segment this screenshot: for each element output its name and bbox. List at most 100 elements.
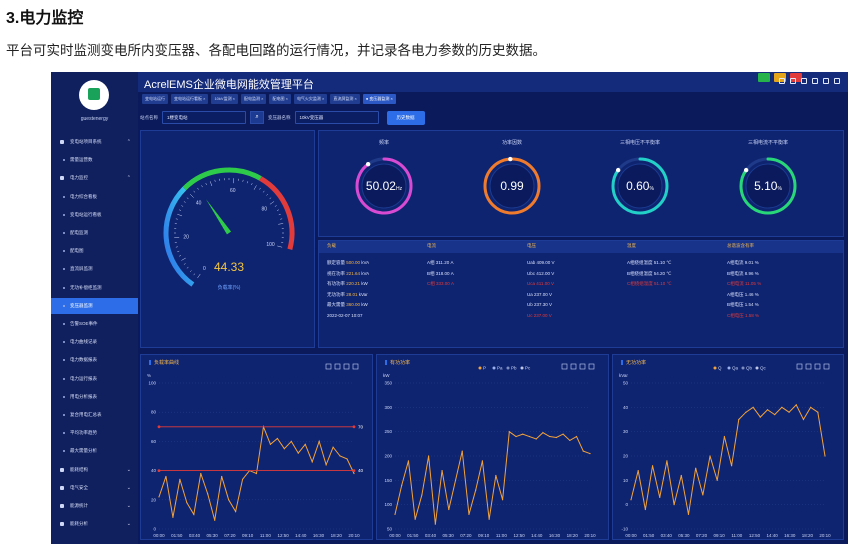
search-icon[interactable]: ⌕ bbox=[250, 111, 264, 124]
x-tick-label: 00:00 bbox=[389, 533, 401, 538]
sidebar-item-label: 变压器监测 bbox=[70, 302, 93, 308]
fullscreen-icon[interactable] bbox=[801, 78, 807, 84]
data-point bbox=[276, 437, 278, 440]
gauge-tick bbox=[246, 181, 249, 184]
tab[interactable]: 电气火灾监测 × bbox=[293, 94, 328, 104]
x-tick-label: 18:20 bbox=[331, 533, 343, 538]
sidebar-item[interactable]: 无功补偿柜监测 bbox=[51, 280, 138, 296]
x-tick-label: 18:20 bbox=[802, 533, 814, 538]
data-point bbox=[454, 479, 457, 481]
param-value: 411.00 bbox=[536, 281, 550, 287]
data-point bbox=[214, 519, 216, 521]
ring-gauge: 50.02Hz bbox=[355, 157, 413, 215]
data-point bbox=[738, 418, 740, 421]
sidebar-item[interactable]: 电力曲线记录 bbox=[51, 334, 138, 350]
gauge-panel: 0 20 40 60 80 100 44.33 负载率(%) bbox=[140, 130, 315, 348]
gauge-tick bbox=[274, 205, 277, 207]
bullet-icon bbox=[63, 414, 65, 416]
sidebar-item[interactable]: 能源统计 ⌄ bbox=[51, 498, 138, 514]
data-point bbox=[759, 416, 761, 418]
station-input[interactable]: 1楼变电站 bbox=[162, 111, 246, 124]
param-unit: A bbox=[449, 281, 455, 287]
data-point bbox=[207, 493, 209, 495]
sidebar-item-label: 平均功率趋势 bbox=[70, 430, 97, 436]
param-unit: kVA bbox=[360, 260, 370, 265]
y-tick-label: 80 bbox=[151, 410, 157, 415]
tab[interactable]: 变电站运行 bbox=[142, 94, 168, 104]
sidebar-item-label: 变电站运行看板 bbox=[70, 211, 102, 217]
sidebar-item-label: 能耗分析 bbox=[70, 521, 88, 527]
sidebar-item[interactable]: 变电站运行看板 bbox=[51, 207, 138, 223]
param-label: 无功功率 bbox=[327, 291, 347, 297]
param-label: C相 bbox=[427, 281, 436, 287]
sidebar-item[interactable]: 配电图 bbox=[51, 243, 138, 259]
data-point bbox=[428, 455, 430, 457]
sidebar-item[interactable]: 变压器监测 bbox=[51, 297, 138, 314]
param-label: A相电压 bbox=[727, 291, 745, 297]
sidebar-item-label: 电力监控 bbox=[70, 175, 88, 181]
sidebar-item[interactable]: 最大需量分析 bbox=[51, 443, 138, 459]
chart-toolbar bbox=[796, 363, 830, 370]
data-point bbox=[659, 496, 661, 498]
sidebar-item-label: 无功补偿柜监测 bbox=[70, 284, 102, 290]
sidebar-item[interactable]: 告警SOE事件 bbox=[51, 316, 138, 332]
chart-tool-icon bbox=[352, 363, 359, 370]
search-icon[interactable] bbox=[779, 78, 785, 84]
settings-icon[interactable] bbox=[823, 78, 829, 84]
sidebar-item-label: 能源统计 bbox=[70, 503, 88, 508]
sidebar-item[interactable]: 电力综合看板 bbox=[51, 189, 138, 205]
sidebar-item[interactable]: 配电监测 bbox=[51, 225, 138, 241]
tab[interactable]: 配电监测 × bbox=[241, 94, 267, 104]
sidebar-item[interactable]: 电力数据报表 bbox=[51, 352, 138, 368]
ring-gauge: 5.10% bbox=[739, 157, 797, 215]
sidebar-item[interactable]: 电力监控 ⌃ bbox=[51, 170, 138, 186]
params-panel: 负载 电流 电压 温度 总谐波含有率 额定容量 500.00 kVA 视在功率 221.6… bbox=[318, 240, 844, 348]
tab[interactable]: ● 变压器监测 × bbox=[362, 94, 396, 104]
screen-icon[interactable] bbox=[812, 78, 818, 84]
tab[interactable]: 变电站运行看板 × bbox=[171, 94, 209, 104]
sidebar-item[interactable]: 电力运行报表 bbox=[51, 371, 138, 387]
data-point bbox=[802, 418, 805, 421]
sidebar-item[interactable]: 复合用电汇总表 bbox=[51, 407, 138, 423]
tab[interactable]: 直流屏监测 × bbox=[330, 94, 360, 104]
refresh-icon[interactable] bbox=[790, 78, 796, 84]
param-label: C相绕组温度 bbox=[627, 281, 654, 287]
sidebar-item[interactable]: 用电分析报表 bbox=[51, 389, 138, 405]
gauge-tick bbox=[242, 179, 244, 182]
param-value: 51.10 bbox=[653, 260, 666, 265]
x-tick-label: 03:40 bbox=[661, 533, 673, 538]
param-value: 237.00 bbox=[534, 291, 548, 297]
gauge-tick bbox=[277, 245, 283, 248]
chart-tool-icon bbox=[823, 363, 830, 370]
history-button[interactable]: 历史数据 bbox=[386, 110, 425, 125]
sidebar-item[interactable]: 平均功率趋势 bbox=[51, 425, 138, 441]
sidebar-item[interactable]: 电气安全 ⌄ bbox=[51, 480, 138, 496]
sidebar-item[interactable]: 需量运营数 bbox=[51, 152, 138, 168]
tab[interactable]: 10kV监测 × bbox=[211, 94, 239, 104]
legend-label: Qb bbox=[746, 366, 753, 371]
rings-panel: 频率 50.02Hz 功率因数 0.99 三相电压不平衡率 0.60% 三相电流不平衡率 5.… bbox=[318, 130, 844, 237]
data-point bbox=[401, 484, 403, 486]
sidebar-item[interactable]: 直流屏监测 bbox=[51, 261, 138, 277]
chart-tool-icon bbox=[343, 363, 350, 370]
x-tick-label: 20:10 bbox=[584, 533, 596, 538]
legend-marker bbox=[506, 366, 510, 370]
table-row: Ua 237.00 V bbox=[527, 292, 552, 297]
user-icon[interactable] bbox=[834, 78, 840, 84]
param-unit: kVA bbox=[360, 270, 370, 276]
data-point bbox=[179, 478, 181, 480]
sidebar-item-label: 变电站项目系统 bbox=[70, 139, 102, 144]
sidebar-item[interactable]: 变电站项目系统 ⌃ bbox=[51, 134, 138, 150]
x-tick-label: 12:50 bbox=[749, 533, 761, 538]
data-point bbox=[407, 460, 410, 462]
table-row: 有功功率 220.21 kW bbox=[327, 281, 368, 287]
data-point bbox=[255, 472, 258, 475]
sidebar-item[interactable]: 能耗结构 ⌄ bbox=[51, 462, 138, 478]
data-point bbox=[488, 518, 490, 520]
x-tick-label: 12:50 bbox=[513, 533, 525, 538]
transformer-select[interactable]: 10kV变压器 bbox=[294, 111, 379, 124]
sidebar-item[interactable]: 能耗分析 ⌄ bbox=[51, 516, 138, 532]
tab[interactable]: 配电图 × bbox=[269, 94, 291, 104]
gauge-tick bbox=[183, 263, 186, 265]
status-badge[interactable] bbox=[758, 73, 770, 82]
